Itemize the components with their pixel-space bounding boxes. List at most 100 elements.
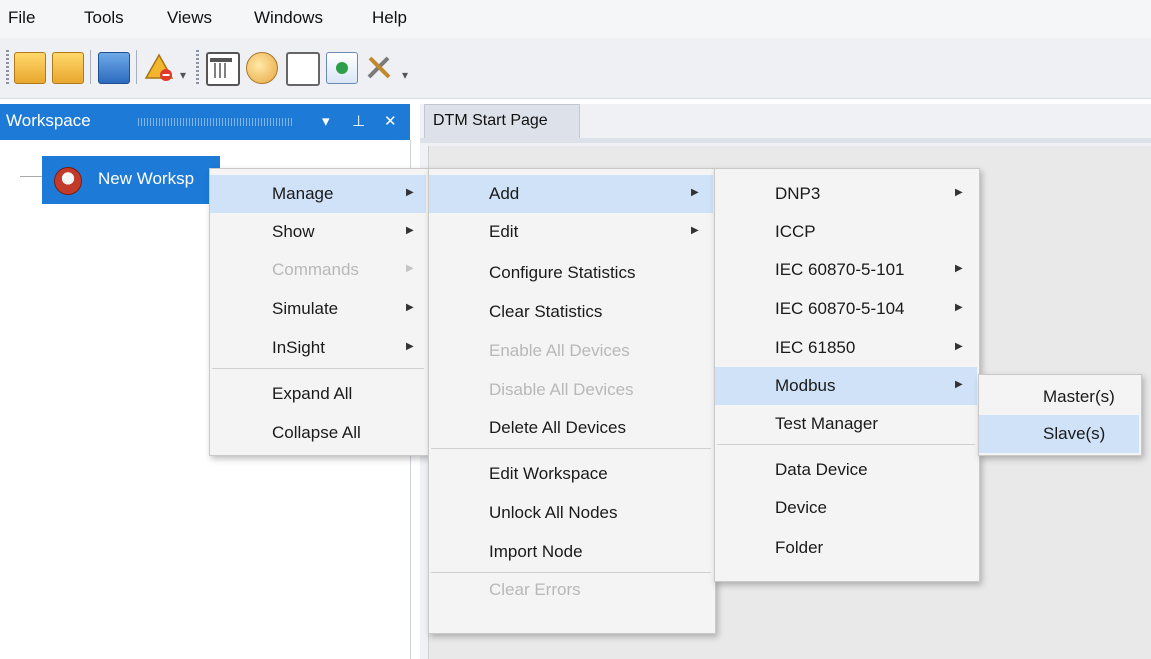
- menu-tools[interactable]: Tools: [84, 8, 124, 28]
- modbus-item-slave-s[interactable]: Slave(s): [979, 415, 1139, 453]
- menu-item-label: Slave(s): [1043, 424, 1106, 443]
- menu-item-commands: Commands ▶: [210, 251, 426, 289]
- menu-item-collapse-all[interactable]: Collapse All: [210, 414, 426, 452]
- manage-item-clear-errors: Clear Errors: [429, 571, 713, 609]
- menu-item-label: Edit Workspace: [489, 464, 608, 483]
- modbus-item-master-s[interactable]: Master(s): [979, 378, 1139, 416]
- menu-item-label: InSight: [272, 338, 325, 357]
- menu-item-label: Folder: [775, 538, 824, 557]
- menu-bar: File Tools Views Windows Help: [0, 0, 1151, 38]
- menu-item-show[interactable]: Show ▶: [210, 213, 426, 251]
- add-submenu: DNP3 ▶ ICCP IEC 60870-5-101 ▶ IEC 60870-5-104…: [714, 168, 980, 582]
- manage-item-edit-workspace[interactable]: Edit Workspace: [429, 455, 713, 493]
- table-icon[interactable]: [206, 52, 240, 86]
- manage-item-delete-all-devices[interactable]: Delete All Devices: [429, 409, 713, 447]
- menu-item-manage[interactable]: Manage ▶: [210, 175, 426, 213]
- menu-item-simulate[interactable]: Simulate ▶: [210, 290, 426, 328]
- open-folder-icon[interactable]: [14, 52, 46, 84]
- workspace-node-label: New Worksp: [98, 169, 195, 188]
- submenu-arrow-icon: ▶: [955, 302, 963, 313]
- add-item-modbus[interactable]: Modbus ▶: [715, 367, 977, 405]
- dropdown-icon[interactable]: ▾: [322, 112, 330, 130]
- clipboard-icon[interactable]: [286, 52, 320, 86]
- menu-item-label: Manage: [272, 184, 334, 203]
- close-icon[interactable]: ✕: [384, 112, 397, 130]
- add-item-test-manager[interactable]: Test Manager: [715, 405, 977, 443]
- submenu-arrow-icon: ▶: [955, 187, 963, 198]
- menu-item-label: Modbus: [775, 376, 836, 395]
- add-item-folder[interactable]: Folder: [715, 529, 977, 567]
- menu-windows[interactable]: Windows: [254, 8, 323, 28]
- alarm-warning-icon[interactable]: [144, 52, 174, 82]
- modbus-submenu: Master(s) Slave(s): [978, 374, 1142, 456]
- pin-icon[interactable]: ⊥: [352, 112, 365, 130]
- workspace-title: Workspace: [6, 111, 91, 130]
- toolbar-separator: [90, 50, 91, 84]
- tab-label: DTM Start Page: [433, 112, 548, 129]
- add-item-dnp3[interactable]: DNP3 ▶: [715, 175, 977, 213]
- menu-item-label: Clear Statistics: [489, 302, 603, 321]
- menu-item-label: Edit: [489, 222, 519, 241]
- manage-item-disable-all-devices: Disable All Devices: [429, 371, 713, 409]
- toolbar-grip[interactable]: [196, 50, 199, 84]
- menu-item-label: Configure Statistics: [489, 263, 636, 282]
- menu-item-label: Master(s): [1043, 387, 1115, 406]
- workspace-node[interactable]: New Worksp: [42, 156, 220, 204]
- menu-item-expand-all[interactable]: Expand All: [210, 375, 426, 413]
- submenu-arrow-icon: ▶: [406, 263, 414, 274]
- add-item-iec-60870-5-101[interactable]: IEC 60870-5-101 ▶: [715, 251, 977, 289]
- menu-views[interactable]: Views: [167, 8, 212, 28]
- save-icon[interactable]: [98, 52, 130, 84]
- manage-item-unlock-all-nodes[interactable]: Unlock All Nodes: [429, 494, 713, 532]
- submenu-arrow-icon: ▶: [406, 302, 414, 313]
- menu-item-label: ICCP: [775, 222, 816, 241]
- submenu-arrow-icon: ▶: [955, 341, 963, 352]
- menu-file[interactable]: File: [8, 8, 35, 28]
- menu-help[interactable]: Help: [372, 8, 407, 28]
- menu-separator: [212, 368, 424, 369]
- add-item-iccp[interactable]: ICCP: [715, 213, 977, 251]
- palette-icon[interactable]: [246, 52, 278, 84]
- manage-item-add[interactable]: Add ▶: [429, 175, 713, 213]
- menu-item-label: Import Node: [489, 542, 583, 561]
- add-item-iec-60870-5-104[interactable]: IEC 60870-5-104 ▶: [715, 290, 977, 328]
- tree-connector: [20, 176, 42, 177]
- tools-icon[interactable]: [364, 52, 394, 82]
- menu-separator: [717, 444, 975, 445]
- menu-item-label: Add: [489, 184, 520, 203]
- menu-item-label: Delete All Devices: [489, 418, 627, 437]
- manage-item-edit[interactable]: Edit ▶: [429, 213, 713, 251]
- menu-item-label: Enable All Devices: [489, 341, 630, 360]
- manage-item-clear-statistics[interactable]: Clear Statistics: [429, 293, 713, 331]
- submenu-arrow-icon: ▶: [955, 263, 963, 274]
- context-menu: Manage ▶ Show ▶ Commands ▶ Simulate ▶ InSight ▶ Ex…: [209, 168, 429, 456]
- manage-item-configure-statistics[interactable]: Configure Statistics: [429, 254, 713, 292]
- add-item-iec-61850[interactable]: IEC 61850 ▶: [715, 329, 977, 367]
- menu-item-label: Test Manager: [775, 414, 878, 433]
- workspace-drag-handle[interactable]: [138, 118, 294, 126]
- menu-item-label: IEC 60870-5-101: [775, 260, 905, 279]
- submenu-arrow-icon: ▶: [955, 379, 963, 390]
- submenu-arrow-icon: ▶: [406, 225, 414, 236]
- menu-item-label: Expand All: [272, 384, 353, 403]
- add-item-device[interactable]: Device: [715, 489, 977, 527]
- menu-item-label: Data Device: [775, 460, 868, 479]
- toolbar-overflow-icon[interactable]: ▾: [180, 68, 186, 82]
- menu-item-insight[interactable]: InSight ▶: [210, 329, 426, 367]
- manage-item-import-node[interactable]: Import Node: [429, 533, 713, 571]
- toolbar-overflow-icon[interactable]: ▾: [402, 68, 408, 82]
- menu-separator: [431, 448, 711, 449]
- tab-dtm-start-page[interactable]: DTM Start Page: [424, 104, 580, 139]
- open-folder-arrow-icon[interactable]: [52, 52, 84, 84]
- menu-item-label: Device: [775, 498, 827, 517]
- toolbar-grip[interactable]: [6, 50, 9, 84]
- document-icon[interactable]: [326, 52, 358, 84]
- menu-item-label: Clear Errors: [489, 580, 581, 599]
- manage-item-enable-all-devices: Enable All Devices: [429, 332, 713, 370]
- menu-item-label: Unlock All Nodes: [489, 503, 618, 522]
- add-item-data-device[interactable]: Data Device: [715, 451, 977, 489]
- menu-item-label: IEC 60870-5-104: [775, 299, 905, 318]
- menu-item-label: Show: [272, 222, 315, 241]
- toolbar-separator: [136, 50, 137, 84]
- submenu-arrow-icon: ▶: [406, 187, 414, 198]
